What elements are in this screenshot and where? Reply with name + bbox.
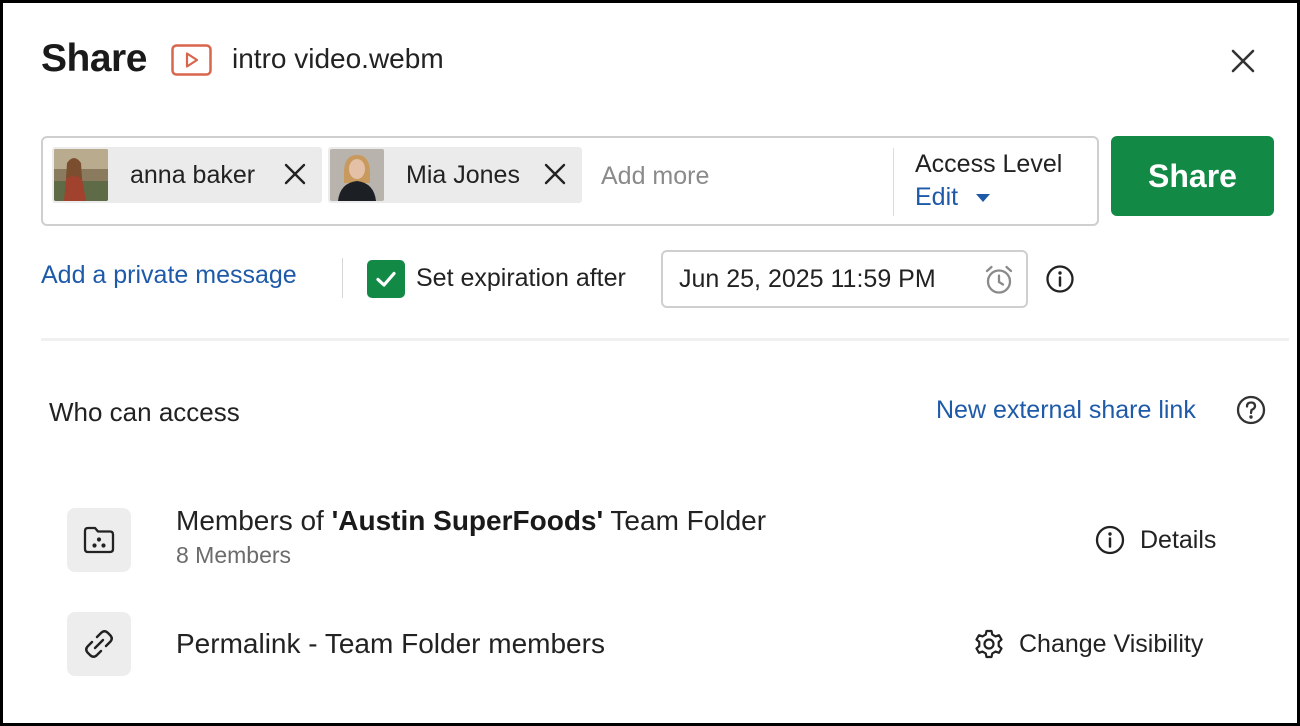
recipient-name: Mia Jones bbox=[406, 160, 520, 189]
expiration-checkbox[interactable] bbox=[367, 260, 405, 298]
access-level-label: Access Level bbox=[915, 150, 1063, 178]
alarm-clock-icon[interactable] bbox=[983, 264, 1015, 296]
access-level-value: Edit bbox=[915, 183, 959, 211]
dialog-title: Share bbox=[41, 37, 147, 80]
remove-recipient-icon[interactable] bbox=[282, 161, 308, 187]
avatar bbox=[330, 149, 384, 201]
access-level-dropdown[interactable]: Edit bbox=[915, 183, 991, 212]
recipient-chip: anna baker bbox=[52, 147, 322, 203]
add-private-message-link[interactable]: Add a private message bbox=[41, 261, 297, 290]
row-title: Members of 'Austin SuperFoods' Team Fold… bbox=[176, 505, 767, 536]
details-button[interactable]: Details bbox=[1094, 524, 1216, 556]
avatar bbox=[54, 149, 108, 201]
info-icon[interactable] bbox=[1044, 263, 1076, 295]
caret-down-icon bbox=[976, 193, 991, 202]
remove-recipient-icon[interactable] bbox=[542, 161, 568, 187]
share-button[interactable]: Share bbox=[1111, 136, 1274, 216]
recipient-name: anna baker bbox=[130, 160, 256, 189]
recipient-chip: Mia Jones bbox=[328, 147, 582, 203]
row-title: Permalink - Team Folder members bbox=[176, 628, 605, 659]
section-divider bbox=[41, 338, 1289, 341]
checkmark-icon bbox=[376, 271, 396, 287]
who-can-access-title: Who can access bbox=[49, 397, 240, 427]
details-label: Details bbox=[1140, 525, 1217, 554]
divider bbox=[893, 148, 894, 216]
row-icon-box bbox=[67, 508, 131, 572]
change-visibility-button[interactable]: Change Visibility bbox=[973, 628, 1203, 660]
link-icon bbox=[85, 630, 113, 658]
share-dialog: Share intro video.webm anna baker Mia Jo… bbox=[0, 0, 1300, 726]
close-icon bbox=[1231, 49, 1255, 73]
gear-icon bbox=[975, 629, 1003, 659]
access-row-team-folder: Members of 'Austin SuperFoods' Team Fold… bbox=[67, 505, 1267, 572]
divider bbox=[342, 258, 343, 298]
help-icon[interactable] bbox=[1235, 394, 1267, 426]
member-count: 8 Members bbox=[176, 542, 292, 568]
recipient-field[interactable]: anna baker Mia Jones Access Level bbox=[41, 136, 1099, 226]
access-row-permalink: Permalink - Team Folder members Change V… bbox=[67, 612, 1267, 676]
expiration-date-input[interactable] bbox=[679, 264, 969, 294]
team-folder-name: 'Austin SuperFoods' bbox=[331, 505, 604, 536]
expiration-date-field[interactable] bbox=[661, 250, 1028, 308]
file-name: intro video.webm bbox=[232, 43, 444, 74]
team-folder-icon bbox=[83, 526, 115, 554]
close-button[interactable] bbox=[1225, 43, 1261, 79]
row-icon-box bbox=[67, 612, 131, 676]
add-more-input[interactable] bbox=[601, 158, 881, 194]
video-file-icon bbox=[171, 44, 212, 76]
new-external-share-link[interactable]: New external share link bbox=[936, 396, 1196, 425]
row-text: Permalink - Team Folder members bbox=[176, 628, 605, 660]
change-visibility-label: Change Visibility bbox=[1019, 629, 1204, 658]
info-icon bbox=[1095, 525, 1125, 555]
expiration-label: Set expiration after bbox=[416, 264, 626, 292]
row-text: Members of 'Austin SuperFoods' Team Fold… bbox=[176, 505, 766, 569]
